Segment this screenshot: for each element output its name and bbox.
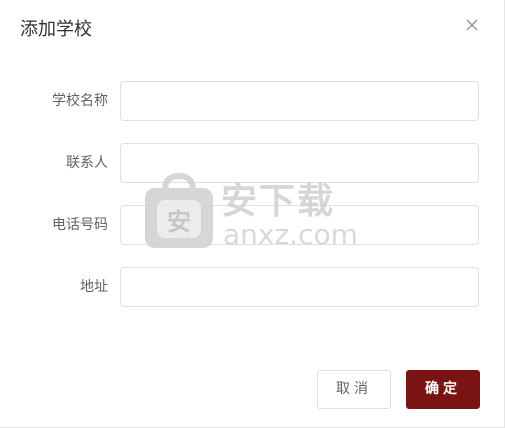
watermark: 安 安下载 anxz.com (143, 172, 363, 254)
shield-bag-icon: 安 (145, 172, 213, 248)
form-row-school-name: 学校名称 (0, 81, 505, 121)
phone-label: 电话号码 (52, 217, 108, 233)
add-school-dialog: 添加学校 学校名称 联系人 电话号码 地址 安 安下载 anxz.com 取消 … (0, 0, 505, 428)
close-icon[interactable] (463, 16, 481, 34)
dialog-title: 添加学校 (20, 19, 92, 40)
school-name-input[interactable] (120, 81, 479, 121)
watermark-text-en: anxz.com (223, 218, 358, 251)
cancel-button[interactable]: 取消 (317, 370, 391, 409)
watermark-text-cn: 安下载 (221, 181, 336, 222)
address-label: 地址 (80, 279, 108, 295)
contact-label: 联系人 (66, 155, 108, 171)
school-name-label: 学校名称 (52, 93, 108, 109)
address-input[interactable] (120, 267, 479, 307)
watermark-icon-glyph: 安 (167, 208, 191, 236)
confirm-button[interactable]: 确定 (406, 370, 480, 409)
form-row-address: 地址 (0, 267, 505, 307)
